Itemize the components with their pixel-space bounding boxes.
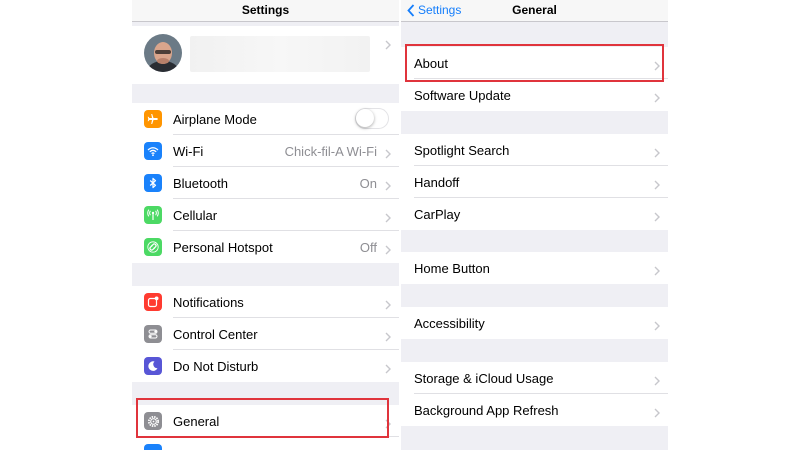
row-label: Accessibility (414, 316, 485, 331)
row-label: Wi-Fi (173, 144, 204, 159)
page-title: General (512, 3, 557, 17)
row-label: CarPlay (414, 207, 461, 222)
profile-group (132, 26, 399, 84)
settings-row-display-cutoff[interactable] (132, 437, 399, 450)
chevron-right-icon (654, 209, 660, 227)
general-row-carplay[interactable]: CarPlay (401, 198, 668, 230)
home-button-group: Home Button (401, 252, 668, 284)
general-row-accessibility[interactable]: Accessibility (401, 307, 668, 339)
row-label: Personal Hotspot (173, 240, 273, 255)
general-row-spotlight-search[interactable]: Spotlight Search (401, 134, 668, 166)
chevron-right-icon (385, 329, 391, 347)
settings-row-do-not-disturb[interactable]: Do Not Disturb (132, 350, 399, 382)
airplane-mode-toggle[interactable] (355, 108, 389, 129)
control-center-icon (144, 325, 162, 343)
settings-row-wifi[interactable]: Wi-Fi Chick-fil-A Wi-Fi (132, 135, 399, 167)
settings-navbar: Settings (132, 0, 399, 22)
settings-row-notifications[interactable]: Notifications (132, 286, 399, 318)
row-label: General (173, 414, 220, 429)
avatar (144, 34, 182, 72)
hotspot-status-value: Off (359, 240, 377, 255)
general-row-handoff[interactable]: Handoff (401, 166, 668, 198)
moon-icon (144, 357, 162, 375)
general-row-software-update[interactable]: Software Update (401, 79, 668, 111)
chevron-right-icon (654, 263, 660, 281)
row-label: Cellular (173, 208, 218, 223)
continuity-group: Spotlight Search Handoff CarPlay (401, 134, 668, 230)
page-title: Settings (241, 3, 290, 17)
chevron-right-icon (654, 373, 660, 391)
general-navbar: Settings General (401, 0, 668, 22)
row-label: Background App Refresh (414, 403, 559, 418)
chevron-right-icon (654, 145, 660, 163)
chevron-right-icon (385, 37, 391, 55)
settings-row-airplane-mode[interactable]: Airplane Mode (132, 103, 399, 135)
row-label: Do Not Disturb (173, 359, 259, 374)
connectivity-group: Airplane Mode Wi-Fi Chick-fil-A Wi-Fi Bl… (132, 103, 399, 263)
general-row-about[interactable]: About (401, 47, 668, 79)
account-name-blurred (190, 36, 370, 72)
bluetooth-icon (144, 174, 162, 192)
settings-row-bluetooth[interactable]: Bluetooth On (132, 167, 399, 199)
airplane-icon (144, 110, 162, 128)
row-label: Airplane Mode (173, 112, 257, 127)
chevron-right-icon (654, 405, 660, 423)
general-row-background-app-refresh[interactable]: Background App Refresh (401, 394, 668, 426)
settings-row-general[interactable]: General (132, 405, 399, 437)
row-label: Spotlight Search (414, 143, 510, 158)
apple-id-row[interactable] (132, 26, 399, 84)
chevron-right-icon (654, 177, 660, 195)
gear-icon (144, 412, 162, 430)
row-label: Handoff (414, 175, 460, 190)
row-label: Notifications (173, 295, 244, 310)
wifi-icon (144, 142, 162, 160)
storage-group: Storage & iCloud Usage Background App Re… (401, 362, 668, 426)
settings-row-personal-hotspot[interactable]: Personal Hotspot Off (132, 231, 399, 263)
chevron-right-icon (654, 90, 660, 108)
row-label: Home Button (414, 261, 490, 276)
about-group: About Software Update (401, 47, 668, 111)
chevron-right-icon (654, 58, 660, 76)
row-label: About (414, 56, 448, 71)
row-label: Bluetooth (173, 176, 228, 191)
chevron-right-icon (385, 178, 391, 196)
row-label: Storage & iCloud Usage (414, 371, 554, 386)
display-icon (144, 444, 162, 450)
settings-panel: Settings Airplane Mode Wi-Fi Chick-fil-A… (132, 0, 399, 450)
accessibility-group: Accessibility (401, 307, 668, 339)
chevron-right-icon (385, 297, 391, 315)
general-row-storage-icloud-usage[interactable]: Storage & iCloud Usage (401, 362, 668, 394)
notifications-group: Notifications Control Center Do Not Dist… (132, 286, 399, 382)
toggle-knob (356, 109, 374, 127)
general-panel: Settings General About Software Update S… (401, 0, 668, 450)
cellular-icon (144, 206, 162, 224)
wifi-network-value: Chick-fil-A Wi-Fi (284, 144, 377, 159)
chevron-right-icon (385, 146, 391, 164)
bluetooth-status-value: On (359, 176, 377, 191)
chevron-right-icon (385, 242, 391, 260)
hotspot-icon (144, 238, 162, 256)
settings-row-control-center[interactable]: Control Center (132, 318, 399, 350)
settings-row-cellular[interactable]: Cellular (132, 199, 399, 231)
general-row-home-button[interactable]: Home Button (401, 252, 668, 284)
chevron-right-icon (654, 318, 660, 336)
row-label: Control Center (173, 327, 258, 342)
general-group: General (132, 405, 399, 450)
chevron-right-icon (385, 416, 391, 434)
row-label: Software Update (414, 88, 511, 103)
notifications-icon (144, 293, 162, 311)
chevron-right-icon (385, 361, 391, 379)
chevron-right-icon (385, 210, 391, 228)
